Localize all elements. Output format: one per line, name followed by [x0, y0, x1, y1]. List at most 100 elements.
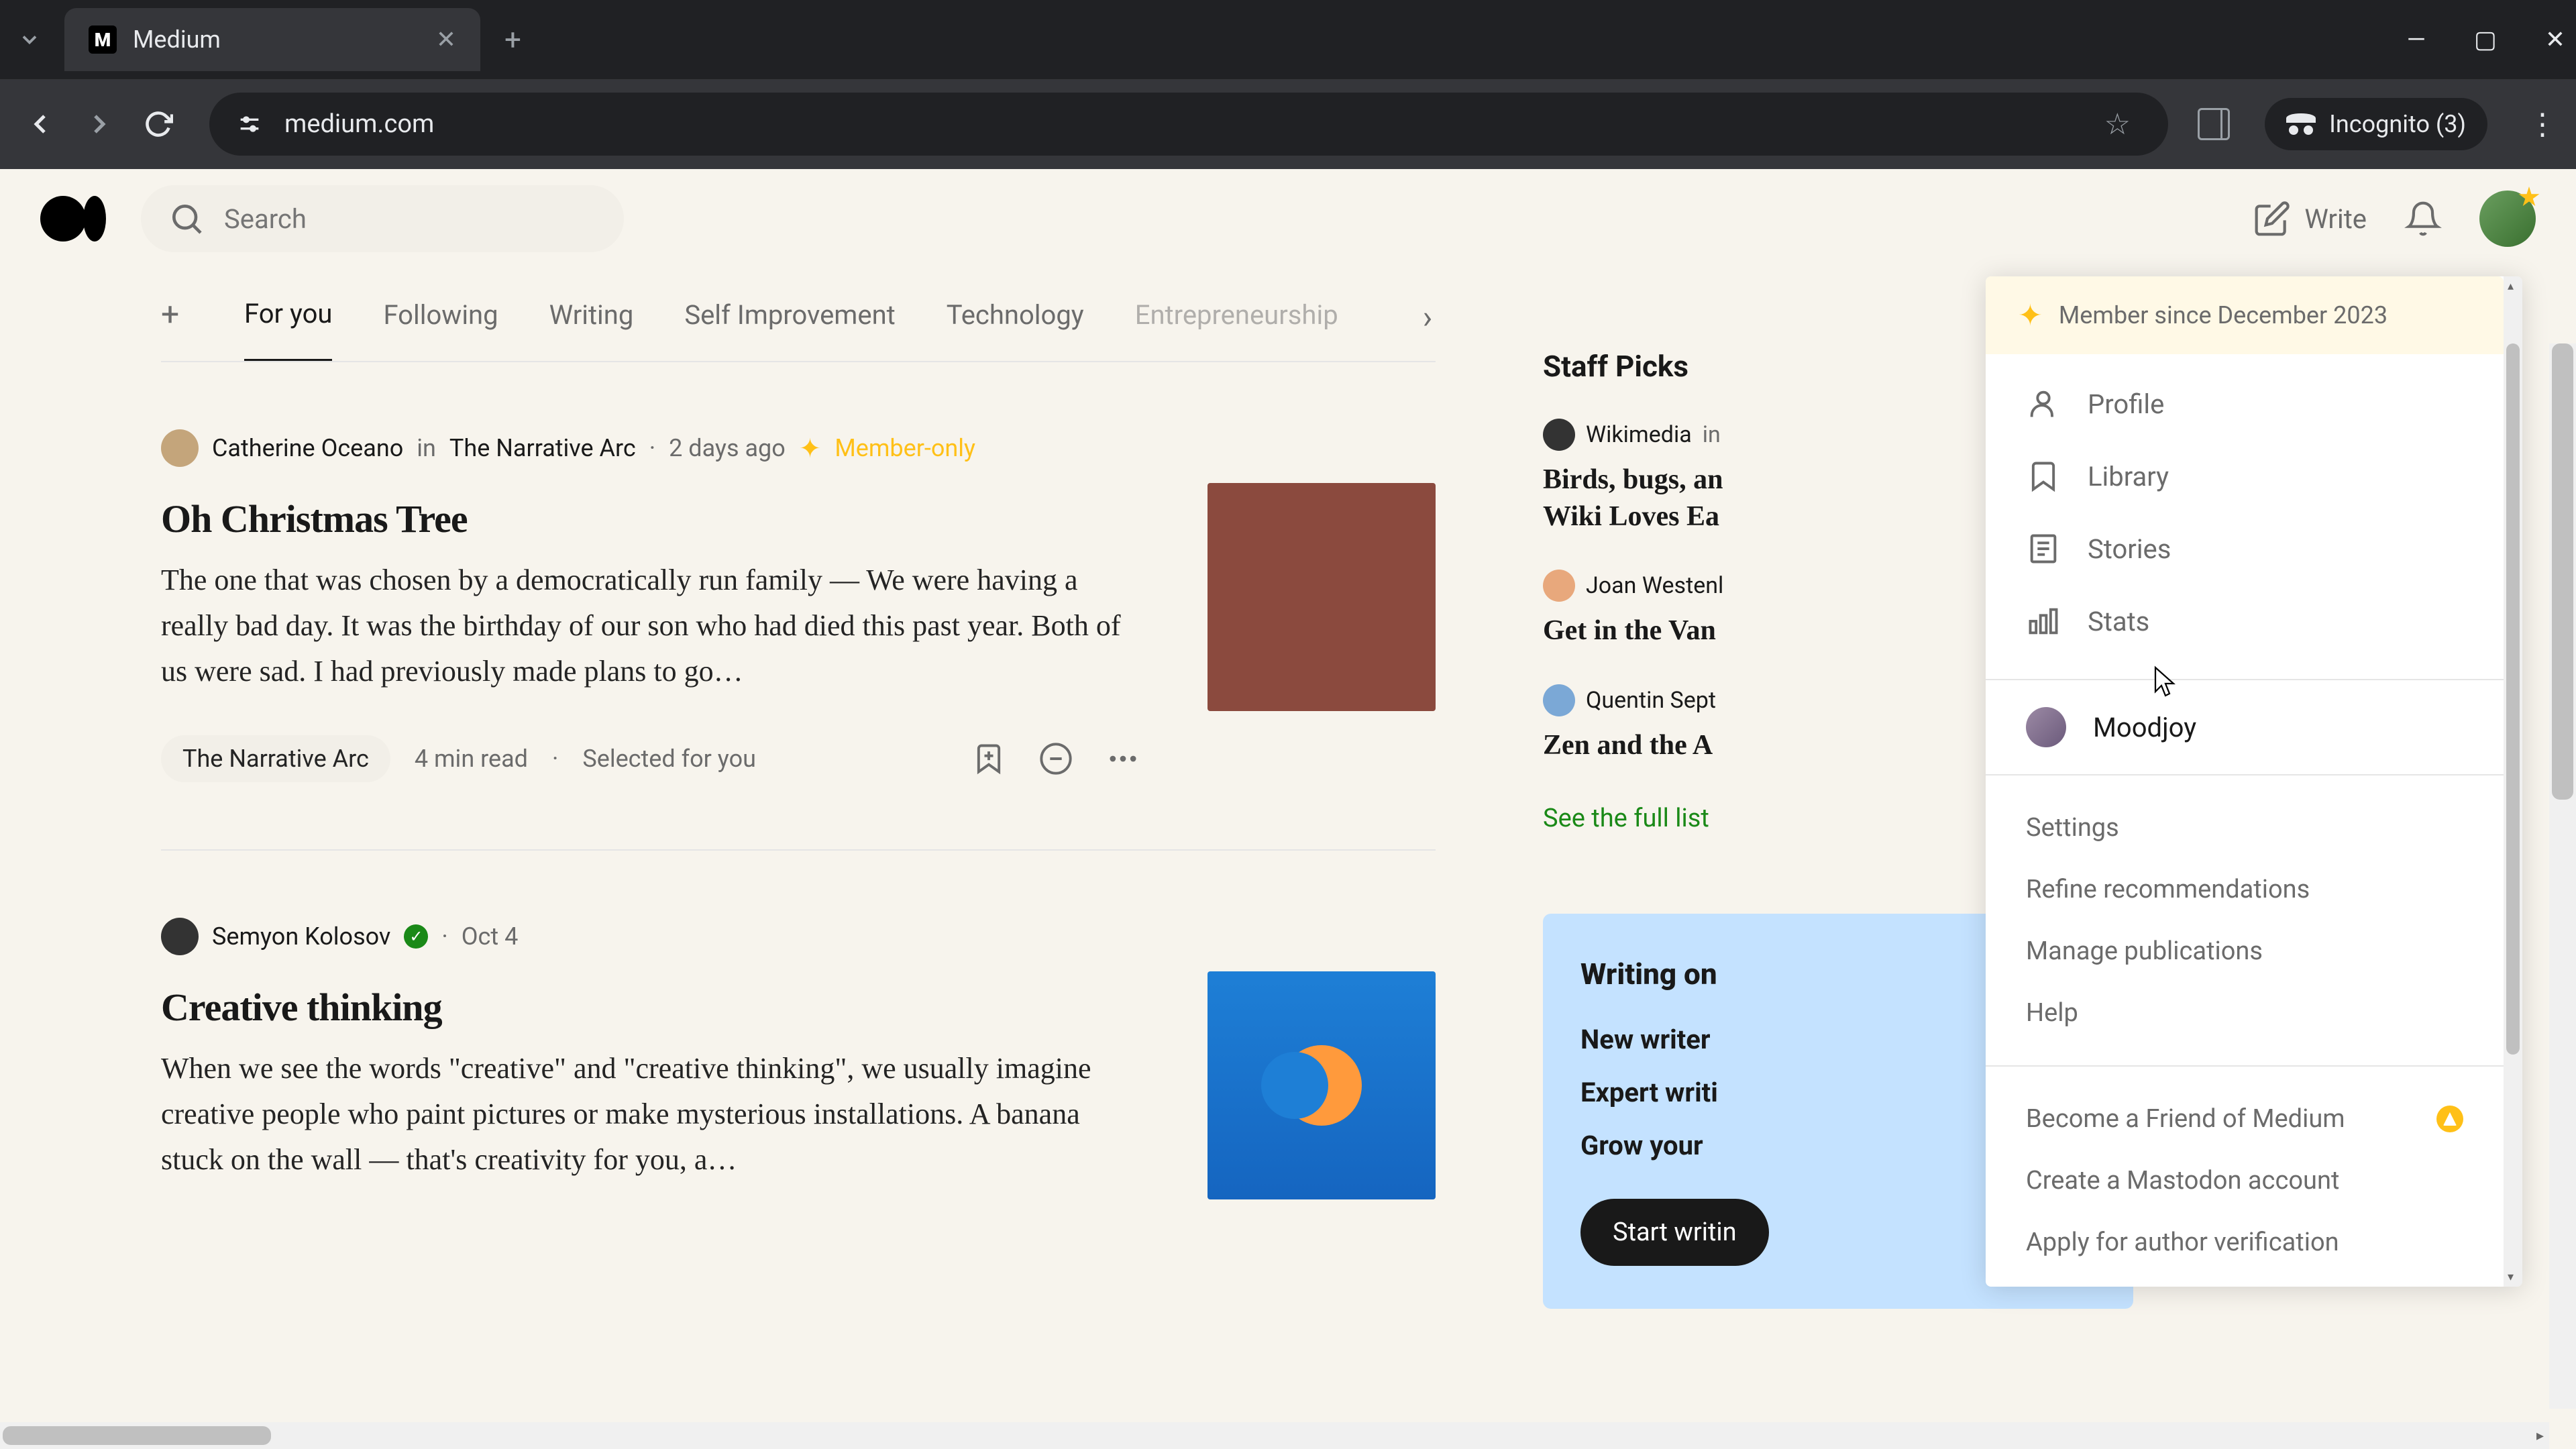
show-less-icon[interactable] [1038, 741, 1073, 776]
pick-avatar [1543, 570, 1575, 602]
maximize-icon[interactable]: ▢ [2474, 25, 2497, 54]
incognito-label: Incognito (3) [2329, 110, 2466, 138]
tab-self-improvement[interactable]: Self Improvement [684, 299, 895, 360]
bookmark-star-icon[interactable]: ☆ [2104, 107, 2131, 142]
tab-for-you[interactable]: For you [244, 298, 332, 361]
chrome-menu-icon[interactable]: ⋮ [2528, 107, 2557, 142]
in-word: in [417, 434, 436, 462]
forward-button[interactable] [78, 103, 121, 146]
article-byline: Catherine Oceano in The Narrative Arc · … [161, 429, 1140, 467]
member-banner[interactable]: ✦ Member since December 2023 [1986, 276, 2504, 354]
search-box[interactable] [141, 185, 624, 252]
menu-create-mastodon[interactable]: Create a Mastodon account [1986, 1150, 2504, 1212]
article-byline: Semyon Kolosov ✓ · Oct 4 [161, 918, 1140, 955]
menu-stories[interactable]: Stories [1986, 513, 2504, 585]
notifications-button[interactable] [2404, 200, 2442, 237]
author-avatar[interactable] [161, 918, 199, 955]
see-full-list-link[interactable]: See the full list [1543, 804, 1709, 833]
page-scrollbar[interactable] [2549, 343, 2576, 1409]
pick-avatar [1543, 419, 1575, 451]
article-thumbnail[interactable] [1208, 483, 1436, 711]
pick-author: Quentin Sept [1586, 687, 1716, 714]
member-star-icon: ✦ [2018, 298, 2043, 333]
window-controls: — ▢ ✕ [2407, 25, 2565, 54]
article-thumbnail[interactable] [1208, 971, 1436, 1199]
search-input[interactable] [224, 203, 597, 235]
pick-author: Wikimedia [1586, 421, 1692, 448]
menu-user-moodjoy[interactable]: Moodjoy [1986, 688, 2504, 766]
member-since-text: Member since December 2023 [2059, 301, 2387, 329]
topic-pill[interactable]: The Narrative Arc [161, 735, 390, 782]
tab-close-icon[interactable]: ✕ [436, 25, 456, 54]
menu-profile[interactable]: Profile [1986, 368, 2504, 440]
menu-become-friend[interactable]: Become a Friend of Medium [1986, 1088, 2504, 1150]
dropdown-scrollbar[interactable]: ▴ ▾ [2504, 276, 2522, 1287]
profile-icon [2026, 386, 2061, 421]
friend-badge-icon [2436, 1106, 2463, 1132]
back-button[interactable] [19, 103, 62, 146]
tab-following[interactable]: Following [383, 299, 498, 360]
new-tab-button[interactable]: + [504, 22, 521, 57]
close-window-icon[interactable]: ✕ [2545, 25, 2565, 54]
write-icon [2253, 200, 2291, 237]
more-icon[interactable] [1106, 741, 1140, 776]
member-only-label: Member-only [835, 434, 975, 462]
site-settings-icon[interactable] [233, 108, 266, 140]
tab-technology[interactable]: Technology [947, 299, 1084, 360]
medium-logo[interactable] [40, 196, 106, 241]
member-star-icon: ✦ [799, 433, 822, 464]
read-time: 4 min read [415, 745, 528, 773]
incognito-indicator[interactable]: Incognito (3) [2265, 98, 2487, 150]
article-title[interactable]: Creative thinking [161, 985, 1140, 1030]
tabs-scroll-right-icon[interactable]: › [1411, 301, 1444, 333]
horizontal-scrollbar[interactable]: ▸ [0, 1422, 2549, 1449]
tabs-dropdown-icon[interactable] [11, 21, 48, 58]
library-icon [2026, 459, 2061, 494]
minimize-icon[interactable]: — [2407, 25, 2426, 54]
menu-refine-recommendations[interactable]: Refine recommendations [1986, 859, 2504, 920]
user-avatar[interactable] [2479, 191, 2536, 247]
tab-title: Medium [133, 25, 420, 54]
tab-writing[interactable]: Writing [549, 299, 634, 360]
url-field[interactable]: medium.com ☆ [209, 93, 2168, 156]
stats-icon [2026, 604, 2061, 639]
reload-button[interactable] [137, 103, 180, 146]
pick-author: Joan Westenl [1586, 572, 1723, 599]
article-card: Semyon Kolosov ✓ · Oct 4 Creative thinki… [161, 851, 1436, 1291]
tab-entrepreneurship[interactable]: Entrepreneurship [1135, 299, 1338, 360]
article-title[interactable]: Oh Christmas Tree [161, 496, 1140, 541]
side-panel-icon[interactable] [2198, 108, 2230, 140]
browser-tab-bar: M Medium ✕ + — ▢ ✕ [0, 0, 2576, 79]
publication-name[interactable]: The Narrative Arc [449, 434, 636, 462]
bookmark-icon[interactable] [971, 741, 1006, 776]
feed-tabs: + For you Following Writing Self Improve… [161, 268, 1436, 362]
selected-for-you: Selected for you [582, 745, 756, 773]
write-button[interactable]: Write [2253, 200, 2367, 237]
tab-favicon: M [89, 25, 117, 54]
menu-library[interactable]: Library [1986, 440, 2504, 513]
site-header: Write [0, 169, 2576, 268]
address-bar: medium.com ☆ Incognito (3) ⋮ [0, 79, 2576, 169]
article-date: 2 days ago [669, 434, 786, 462]
menu-stats[interactable]: Stats [1986, 585, 2504, 657]
menu-settings[interactable]: Settings [1986, 797, 2504, 859]
article-excerpt[interactable]: The one that was chosen by a democratica… [161, 557, 1140, 695]
pick-avatar [1543, 684, 1575, 716]
menu-manage-publications[interactable]: Manage publications [1986, 920, 2504, 982]
start-writing-button[interactable]: Start writin [1580, 1199, 1769, 1266]
incognito-icon [2286, 109, 2316, 139]
member-badge-icon [2518, 186, 2540, 208]
author-avatar[interactable] [161, 429, 199, 467]
add-topic-icon[interactable]: + [161, 299, 193, 331]
article-excerpt[interactable]: When we see the words "creative" and "cr… [161, 1046, 1140, 1183]
author-name[interactable]: Semyon Kolosov [212, 922, 390, 951]
browser-tab[interactable]: M Medium ✕ [64, 8, 480, 71]
author-name[interactable]: Catherine Oceano [212, 434, 403, 462]
switch-user-avatar [2026, 707, 2066, 747]
menu-help[interactable]: Help [1986, 982, 2504, 1044]
menu-author-verification[interactable]: Apply for author verification [1986, 1212, 2504, 1273]
user-dropdown-menu: ✦ Member since December 2023 Profile Lib… [1986, 276, 2522, 1287]
bell-icon [2404, 200, 2442, 237]
page-content: Write + For you Following Writing Self I… [0, 169, 2576, 1449]
write-label: Write [2304, 203, 2367, 235]
